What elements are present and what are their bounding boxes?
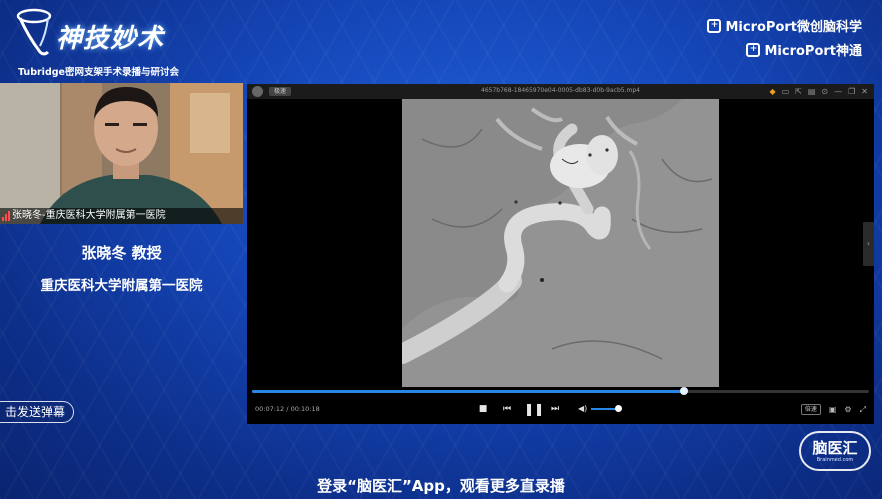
speaker-caption: 张晓冬-重庆医科大学附属第一医院 <box>0 208 243 224</box>
progress-fill <box>252 390 684 393</box>
total-duration: 00:10:18 <box>290 405 320 413</box>
sponsor-label: MicroPort微创脑科学 <box>725 20 862 35</box>
event-title: 神技妙术 <box>56 24 165 54</box>
angiography-image <box>402 99 719 387</box>
angiography-video-frame[interactable] <box>402 99 719 387</box>
fullscreen-icon[interactable]: ⤢ <box>860 405 866 415</box>
sponsor-microport-neurotech: + MicroPort微创脑科学 <box>707 16 862 35</box>
footer-promo-text: 登录“脑医汇”App，观看更多直录播 <box>317 477 565 495</box>
screen-icon[interactable]: ▭ <box>782 86 790 97</box>
minimize-icon[interactable]: — <box>834 86 842 97</box>
player-titlebar: 极速 4657b768-18465970e04-0005-db83-d0b-9a… <box>247 84 874 99</box>
brainmed-logo: 脑医汇 Brainmed.com <box>799 431 871 471</box>
microport-logo-icon: + <box>707 18 722 33</box>
send-danmaku-button[interactable]: 击发送弹幕 <box>0 401 75 423</box>
side-panel-toggle[interactable]: ‹ <box>863 222 874 266</box>
time-separator: / <box>286 405 289 413</box>
screenshot-icon[interactable]: ▣ <box>829 405 837 414</box>
event-subtitle: Tubridge密网支架手术录播与研讨会 <box>18 67 179 78</box>
playback-controls: ■ ⏮ ❚❚ ⏭ <box>476 402 572 416</box>
game-icon[interactable]: ◆ <box>769 86 775 97</box>
pause-icon[interactable]: ❚❚ <box>524 402 544 416</box>
restore-icon[interactable]: ❐ <box>848 86 855 97</box>
video-player[interactable]: 极速 4657b768-18465970e04-0005-db83-d0b-9a… <box>247 84 874 424</box>
volume-fill <box>591 407 619 410</box>
speaker-caption-text: 张晓冬-重庆医科大学附属第一医院 <box>12 210 166 221</box>
speaker-video[interactable]: 张晓冬-重庆医科大学附属第一医院 <box>0 83 243 224</box>
pin-icon[interactable]: ⊙ <box>821 86 828 97</box>
previous-icon[interactable]: ⏮ <box>500 402 514 416</box>
speaker-name: 张晓冬 教授 <box>81 244 162 262</box>
brainmed-logo-text: 脑医汇 <box>812 439 858 457</box>
sponsor-microport-shentong: + MicroPort神通 <box>746 40 862 59</box>
speaker-affiliation: 重庆医科大学附属第一医院 <box>40 278 203 294</box>
cast-icon[interactable]: ⇱ <box>795 86 802 97</box>
event-branding: 神技妙术 Tubridge密网支架手术录播与研讨会 <box>10 6 240 78</box>
next-icon[interactable]: ⏭ <box>548 402 562 416</box>
settings-icon[interactable]: ⚙ <box>844 405 851 414</box>
speed-button[interactable]: 倍速 <box>800 404 821 415</box>
microport-logo-icon: + <box>746 42 761 57</box>
signal-icon <box>2 211 10 221</box>
speaker-video-frame <box>0 83 243 224</box>
volume-icon[interactable]: ◀) <box>578 404 587 413</box>
volume-knob[interactable] <box>615 404 623 412</box>
stop-icon[interactable]: ■ <box>476 402 490 416</box>
volume-control: ◀) <box>578 404 623 413</box>
playback-time: 00:07:12 / 00:10:18 <box>255 405 320 413</box>
player-window-controls: ◆ ▭ ⇱ ▤ ⊙ — ❐ ✕ <box>769 86 868 97</box>
current-time: 00:07:12 <box>255 405 285 413</box>
player-extra-controls: 倍速 ▣ ⚙ ⤢ <box>800 404 866 415</box>
folder-icon[interactable]: ▤ <box>808 86 816 97</box>
volume-slider[interactable] <box>591 404 623 412</box>
sponsor-label: MicroPort神通 <box>764 44 862 59</box>
brainmed-logo-subtext: Brainmed.com <box>816 457 854 463</box>
close-icon[interactable]: ✕ <box>861 86 868 97</box>
progress-bar[interactable] <box>252 387 869 395</box>
progress-knob[interactable] <box>679 387 688 395</box>
